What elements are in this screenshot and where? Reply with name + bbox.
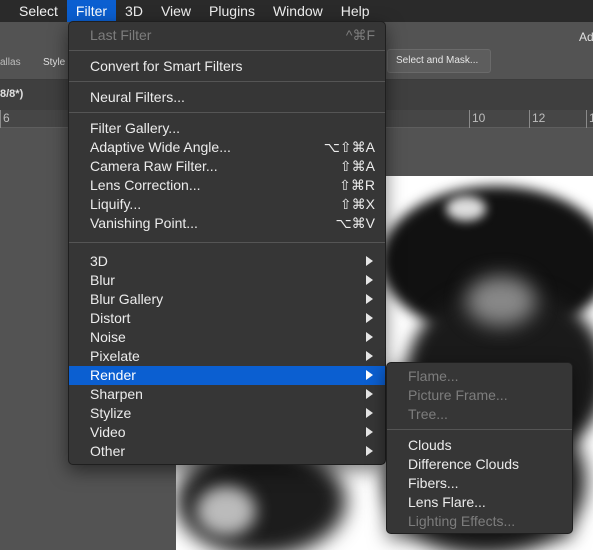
- camera-raw-shortcut: ⇧⌘A: [339, 158, 375, 174]
- liquify-shortcut: ⇧⌘X: [339, 196, 375, 212]
- select-and-mask-button[interactable]: Select and Mask...: [387, 49, 491, 73]
- menu-item-filter-gallery[interactable]: Filter Gallery...: [69, 119, 385, 138]
- menu-item-3d[interactable]: 3D: [69, 252, 385, 271]
- ruler-tick: 10: [472, 111, 486, 125]
- workspace-label: Ad: [579, 30, 593, 44]
- menu-item-picture-frame: Picture Frame...: [408, 387, 508, 403]
- menu-window[interactable]: Window: [264, 0, 332, 22]
- menu-item-clouds[interactable]: Clouds: [387, 436, 572, 455]
- menu-item-lens-flare[interactable]: Lens Flare...: [387, 493, 572, 512]
- submenu-arrow-icon: [366, 351, 373, 361]
- option-label: allas: [0, 57, 21, 68]
- menu-item-vanishing-point[interactable]: Vanishing Point... ⌥⌘V: [69, 214, 385, 233]
- submenu-arrow-icon: [366, 408, 373, 418]
- menu-item-blur-gallery[interactable]: Blur Gallery: [69, 290, 385, 309]
- menu-separator: [69, 50, 385, 51]
- menu-item-lighting-effects: Lighting Effects...: [408, 513, 516, 529]
- menu-item-other[interactable]: Other: [69, 442, 385, 461]
- last-filter-shortcut: ^⌘F: [345, 27, 375, 43]
- menu-item-video[interactable]: Video: [69, 423, 385, 442]
- submenu-arrow-icon: [366, 427, 373, 437]
- menu-view[interactable]: View: [152, 0, 200, 22]
- menu-item-adaptive-wide-angle[interactable]: Adaptive Wide Angle... ⌥⇧⌘A: [69, 138, 385, 157]
- menu-item-liquify[interactable]: Liquify... ⇧⌘X: [69, 195, 385, 214]
- menu-item-pixelate[interactable]: Pixelate: [69, 347, 385, 366]
- menu-item-tree: Tree...: [408, 406, 448, 422]
- menu-item-lens-correction[interactable]: Lens Correction... ⇧⌘R: [69, 176, 385, 195]
- menu-separator: [387, 429, 572, 430]
- menu-filter[interactable]: Filter: [66, 0, 117, 22]
- lens-correction-shortcut: ⇧⌘R: [339, 177, 375, 193]
- menu-separator: [69, 242, 385, 243]
- submenu-arrow-icon: [366, 370, 373, 380]
- render-submenu: Flame... Picture Frame... Tree... Clouds…: [386, 362, 573, 534]
- ruler-tick: 6: [3, 111, 10, 125]
- menu-item-camera-raw-filter[interactable]: Camera Raw Filter... ⇧⌘A: [69, 157, 385, 176]
- submenu-arrow-icon: [366, 256, 373, 266]
- ruler-tick: 1: [589, 111, 593, 125]
- style-label: Style: [43, 57, 66, 68]
- submenu-arrow-icon: [366, 275, 373, 285]
- menu-item-render[interactable]: Render: [69, 366, 385, 385]
- menu-item-noise[interactable]: Noise: [69, 328, 385, 347]
- menu-help[interactable]: Help: [332, 0, 379, 22]
- menu-item-sharpen[interactable]: Sharpen: [69, 385, 385, 404]
- menu-item-convert-smart-filters[interactable]: Convert for Smart Filters: [69, 57, 385, 76]
- menu-3d[interactable]: 3D: [116, 0, 152, 22]
- menu-item-difference-clouds[interactable]: Difference Clouds: [387, 455, 572, 474]
- menu-plugins[interactable]: Plugins: [200, 0, 264, 22]
- ruler-tick: 12: [532, 111, 546, 125]
- menu-separator: [69, 81, 385, 82]
- menu-item-fibers[interactable]: Fibers...: [387, 474, 572, 493]
- menu-item-stylize[interactable]: Stylize: [69, 404, 385, 423]
- menu-item-flame: Flame...: [408, 368, 459, 384]
- menu-item-blur[interactable]: Blur: [69, 271, 385, 290]
- menu-bar: Select Filter 3D View Plugins Window Hel…: [0, 0, 593, 22]
- document-tab-label[interactable]: 8/8*): [0, 88, 23, 100]
- menu-separator: [69, 112, 385, 113]
- vanishing-point-shortcut: ⌥⌘V: [335, 215, 375, 231]
- submenu-arrow-icon: [366, 332, 373, 342]
- submenu-arrow-icon: [366, 294, 373, 304]
- filter-menu: Last Filter ^⌘F Convert for Smart Filter…: [68, 21, 386, 465]
- submenu-arrow-icon: [366, 446, 373, 456]
- menu-item-distort[interactable]: Distort: [69, 309, 385, 328]
- menu-item-last-filter: Last Filter ^⌘F: [90, 27, 375, 43]
- menu-item-neural-filters[interactable]: Neural Filters...: [69, 88, 385, 107]
- menu-select[interactable]: Select: [0, 0, 67, 22]
- submenu-arrow-icon: [366, 389, 373, 399]
- submenu-arrow-icon: [366, 313, 373, 323]
- adaptive-wide-angle-shortcut: ⌥⇧⌘A: [323, 139, 375, 155]
